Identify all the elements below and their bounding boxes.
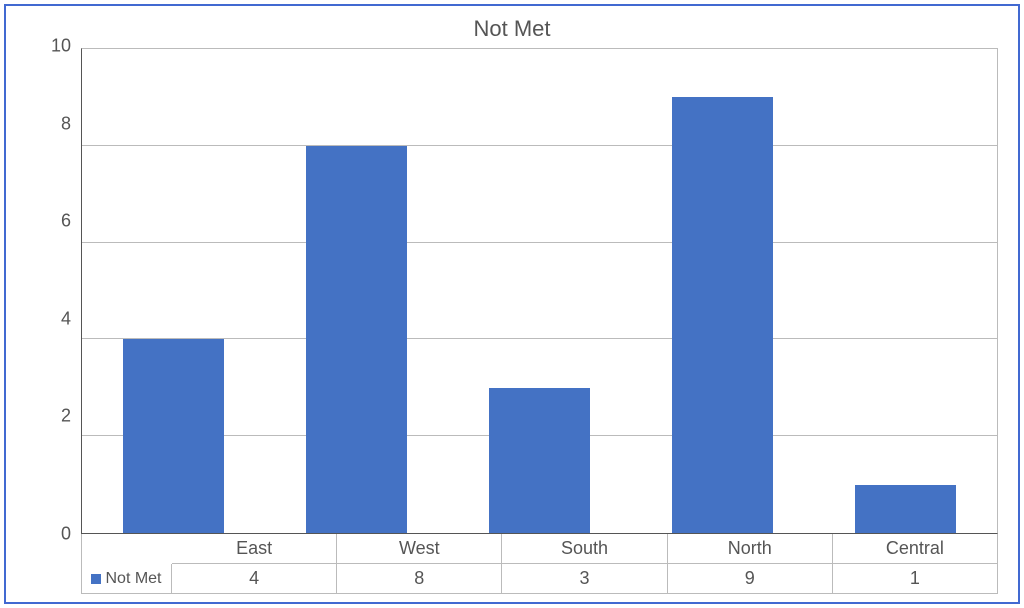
bar-central [855, 485, 956, 533]
bar-east [123, 339, 224, 533]
chart-container: Not Met 0 2 4 6 8 10 [4, 4, 1020, 604]
y-axis: 0 2 4 6 8 10 [26, 48, 81, 534]
value-label: 9 [668, 564, 833, 594]
chart-body: 0 2 4 6 8 10 [26, 48, 998, 534]
y-tick-label: 6 [61, 211, 71, 232]
value-label: 8 [337, 564, 502, 594]
category-row: East West South North Central [81, 534, 998, 564]
bars-area [82, 49, 997, 533]
y-tick-label: 10 [51, 35, 71, 56]
y-tick-label: 4 [61, 308, 71, 329]
value-label: 1 [833, 564, 998, 594]
value-label: 4 [172, 564, 337, 594]
table-corner-spacer [82, 534, 172, 564]
legend-item: Not Met [82, 564, 172, 594]
bar-south [489, 388, 590, 533]
value-row: Not Met 4 8 3 9 1 [81, 564, 998, 594]
y-tick-label: 8 [61, 114, 71, 135]
category-label: East [172, 534, 337, 564]
category-label: West [337, 534, 502, 564]
bar-slot [631, 49, 814, 533]
y-tick-label: 2 [61, 405, 71, 426]
legend-label: Not Met [105, 570, 161, 588]
legend-swatch-icon [91, 574, 101, 584]
bar-west [306, 146, 407, 533]
category-label: Central [833, 534, 998, 564]
category-label: North [668, 534, 833, 564]
plot-area [81, 48, 998, 534]
bar-slot [82, 49, 265, 533]
bar-north [672, 97, 773, 533]
bar-slot [814, 49, 997, 533]
bar-slot [265, 49, 448, 533]
y-tick-label: 0 [61, 524, 71, 545]
chart-title: Not Met [26, 16, 998, 42]
bar-slot [448, 49, 631, 533]
data-table: East West South North Central Not Met 4 … [81, 534, 998, 594]
value-label: 3 [502, 564, 667, 594]
category-label: South [502, 534, 667, 564]
